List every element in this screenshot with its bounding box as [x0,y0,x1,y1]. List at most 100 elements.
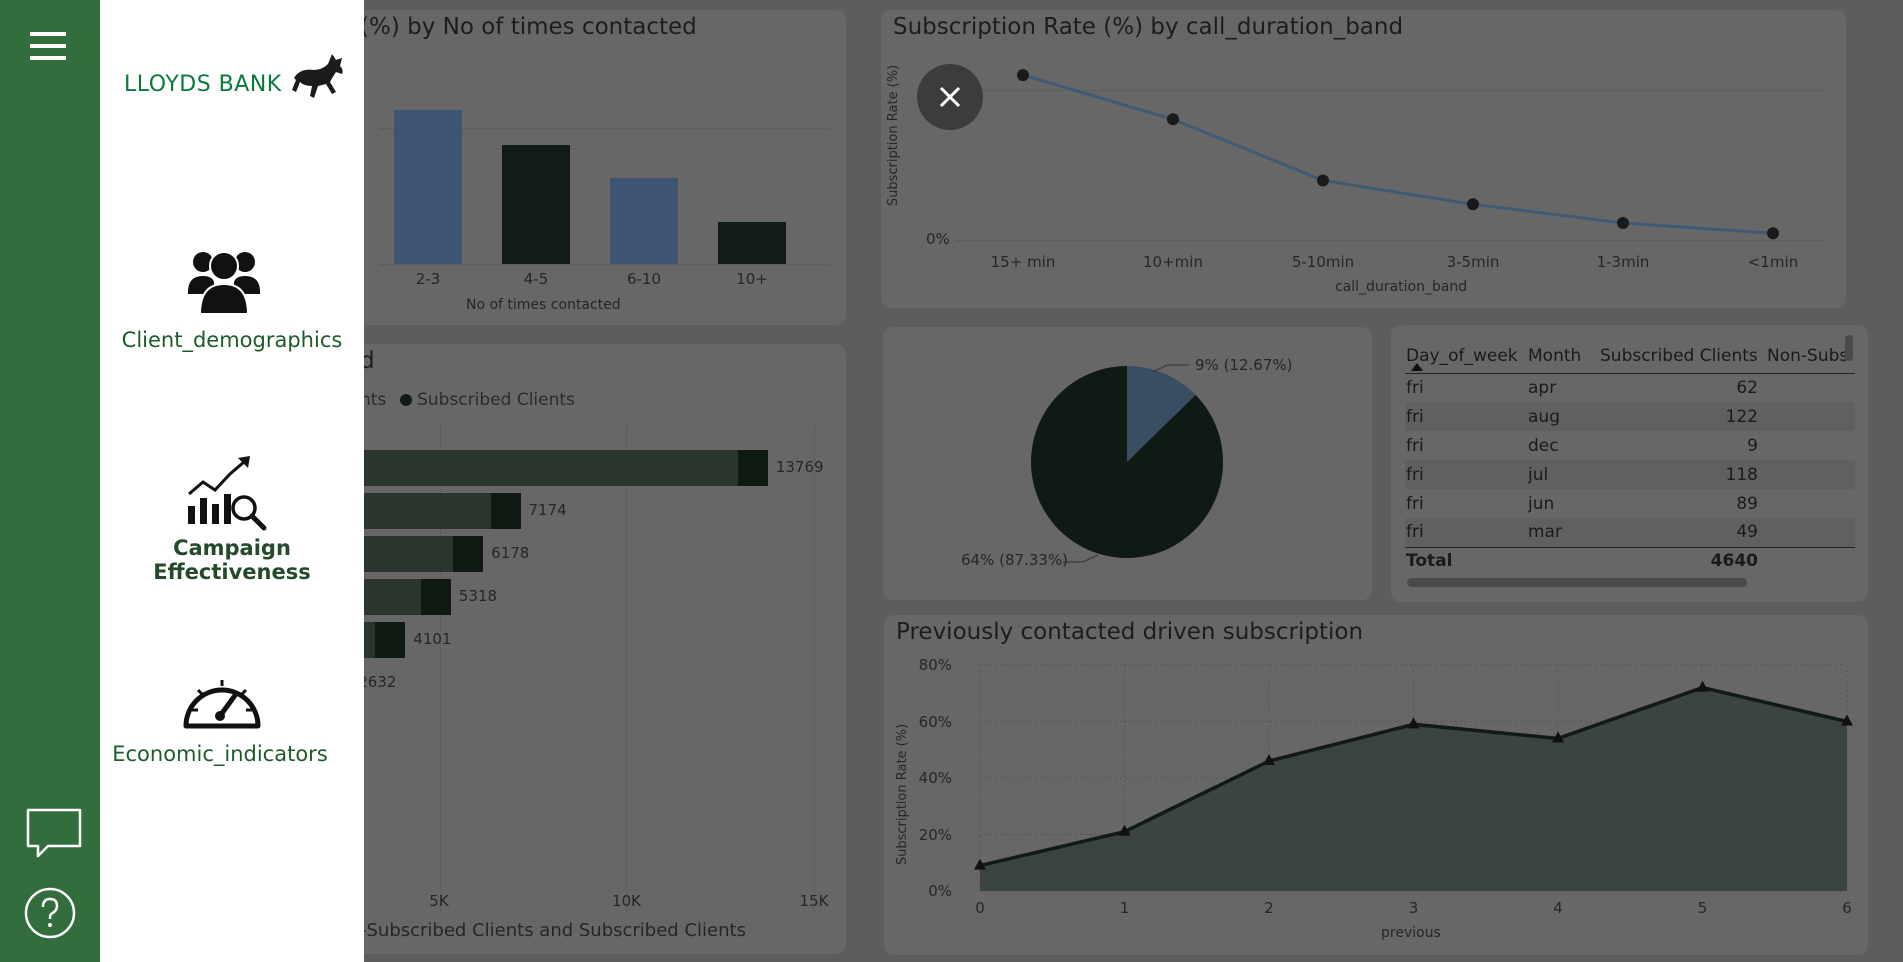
hamburger-icon [30,32,66,60]
vertical-scrollbar[interactable] [1845,335,1853,361]
contacts-xtick: 10+ [736,270,768,288]
duration-series-line [1022,73,1774,235]
funnel-data-label: 7174 [528,501,567,519]
funnel-data-label: 5318 [458,587,498,605]
duration-point[interactable] [1167,113,1179,126]
contacts-bar[interactable] [718,222,786,264]
table-cell: mar [1528,522,1562,543]
table-row[interactable]: fri aug 122 [1405,402,1855,431]
contacts-bar[interactable] [610,177,678,264]
table-cell [1766,518,1855,547]
nav-item-economic-indicators[interactable]: Economic_indicators [100,664,364,774]
feedback-button[interactable] [26,808,82,860]
table-cell: jun [1528,493,1555,514]
duration-chart-card[interactable]: Subscription Rate (%) by call_duration_b… [881,10,1846,308]
previous-xtick: 2 [1264,899,1274,917]
duration-point[interactable] [1617,217,1629,229]
duration-point[interactable] [1767,227,1779,240]
contacts-bar[interactable] [394,110,462,264]
duration-xtick: 1-3min [1596,253,1650,271]
table-card[interactable]: Day_of_week Month Subscribed Clients Non… [1391,325,1868,602]
speedometer-icon [183,680,261,729]
previous-xtick: 6 [1842,899,1852,917]
duration-xlabel: call_duration_band [1335,279,1468,295]
table-cell [1766,460,1855,489]
hamburger-menu-button[interactable] [30,30,66,62]
funnel-bar-subscribed[interactable] [490,493,521,529]
data-table: Day_of_week Month Subscribed Clients Non… [1405,339,1855,575]
funnel-bar-subscribed[interactable] [420,579,451,615]
pie-leader-line [1152,364,1189,373]
table-header[interactable]: Subscribed Clients [1599,339,1766,373]
table-row[interactable]: fri mar 49 [1405,518,1855,547]
brand-logo[interactable]: LLOYDS BANK [122,48,352,104]
funnel-data-label: 6178 [491,544,530,562]
previous-xtick: 0 [975,899,985,917]
pie-chart-card[interactable]: 9% (12.67%) 64% (87.33%) [883,327,1372,600]
contacts-xtick: 6-10 [626,270,662,288]
nav-item-campaign-effectiveness[interactable]: Campaign Effectiveness [100,454,364,584]
funnel-bar-subscribed[interactable] [737,450,768,486]
duration-point[interactable] [1017,69,1029,82]
table-cell [1766,489,1855,518]
previous-ytick: 80% [918,656,952,674]
table-row[interactable]: fri jul 118 [1405,460,1855,489]
table-cell: fri [1406,493,1424,514]
funnel-xtick: 10K [612,892,641,910]
nav-item-client-demographics[interactable]: Client_demographics [100,236,364,356]
previous-xlabel: previous [1381,925,1441,941]
question-mark-icon [24,887,76,939]
funnel-bar-subscribed[interactable] [453,536,484,572]
table-row[interactable]: fri jun 89 [1405,489,1855,518]
table-row[interactable]: fri apr 62 [1405,373,1855,402]
contacts-bar[interactable] [502,145,570,264]
previous-xtick: 3 [1408,899,1419,917]
table-cell: 89 [1736,493,1758,514]
table-header[interactable]: Day_of_week [1405,339,1527,373]
pie-svg [1031,364,1223,563]
horizontal-scrollbar[interactable] [1407,578,1747,587]
contacts-chart-card[interactable]: (%) by No of times contacted 2-3 4-5 6-10 1… [330,10,846,325]
previous-point[interactable] [1696,680,1709,692]
pie-label-large: 64% (87.33%) [961,551,1069,569]
contacts-xtick: 4-5 [523,270,549,288]
funnel-bar[interactable] [330,450,768,486]
previous-xtick: 4 [1553,899,1563,917]
nav-rail [0,0,100,962]
brand-name: LLOYDS BANK [124,72,282,97]
duration-xtick: 10+min [1143,253,1203,271]
funnel-chart-card[interactable]: d nts Subscribed Clients 13769 7174 6178 53… [320,344,846,954]
table-cell: 122 [1725,406,1758,427]
nav-flyout-panel: LLOYDS BANK Client_demographics Campaign… [100,0,364,962]
table-row[interactable]: fri dec 9 [1405,431,1855,460]
sort-asc-icon[interactable] [1411,363,1423,371]
duration-xtick: 3-5min [1446,253,1500,271]
close-button[interactable] [917,64,983,130]
pie-label-small: 9% (12.67%) [1195,356,1293,374]
table-cell: aug [1528,406,1560,427]
funnel-data-label: 13769 [775,458,824,476]
duration-point[interactable] [1317,174,1329,187]
nav-item-label: Campaign Effectiveness [153,536,311,584]
chat-bubble-icon [26,808,82,858]
funnel-bar-subscribed[interactable] [375,622,406,658]
table-cell: 62 [1736,377,1758,398]
table-cell: fri [1406,464,1424,485]
table-cell: apr [1528,377,1557,398]
previous-ytick: 0% [928,882,952,900]
contacts-xlabel: No of times contacted [466,297,621,313]
duration-point[interactable] [1467,198,1479,211]
contacts-chart-title: (%) by No of times contacted [360,14,697,40]
nav-item-label: Economic_indicators [112,742,328,766]
previous-chart-card[interactable]: Previously contacted driven subscription… [884,615,1868,955]
previous-xtick: 1 [1119,899,1130,917]
funnel-xtick: 5K [429,892,449,910]
previous-point[interactable] [1407,717,1420,729]
table-header[interactable]: Non-Subs [1766,339,1855,373]
duration-xtick: 5-10min [1291,253,1355,271]
table-cell: fri [1406,377,1424,398]
table-cell [1766,431,1855,460]
help-button[interactable] [24,887,76,939]
table-header[interactable]: Month [1527,339,1599,373]
table-cell [1766,402,1855,431]
